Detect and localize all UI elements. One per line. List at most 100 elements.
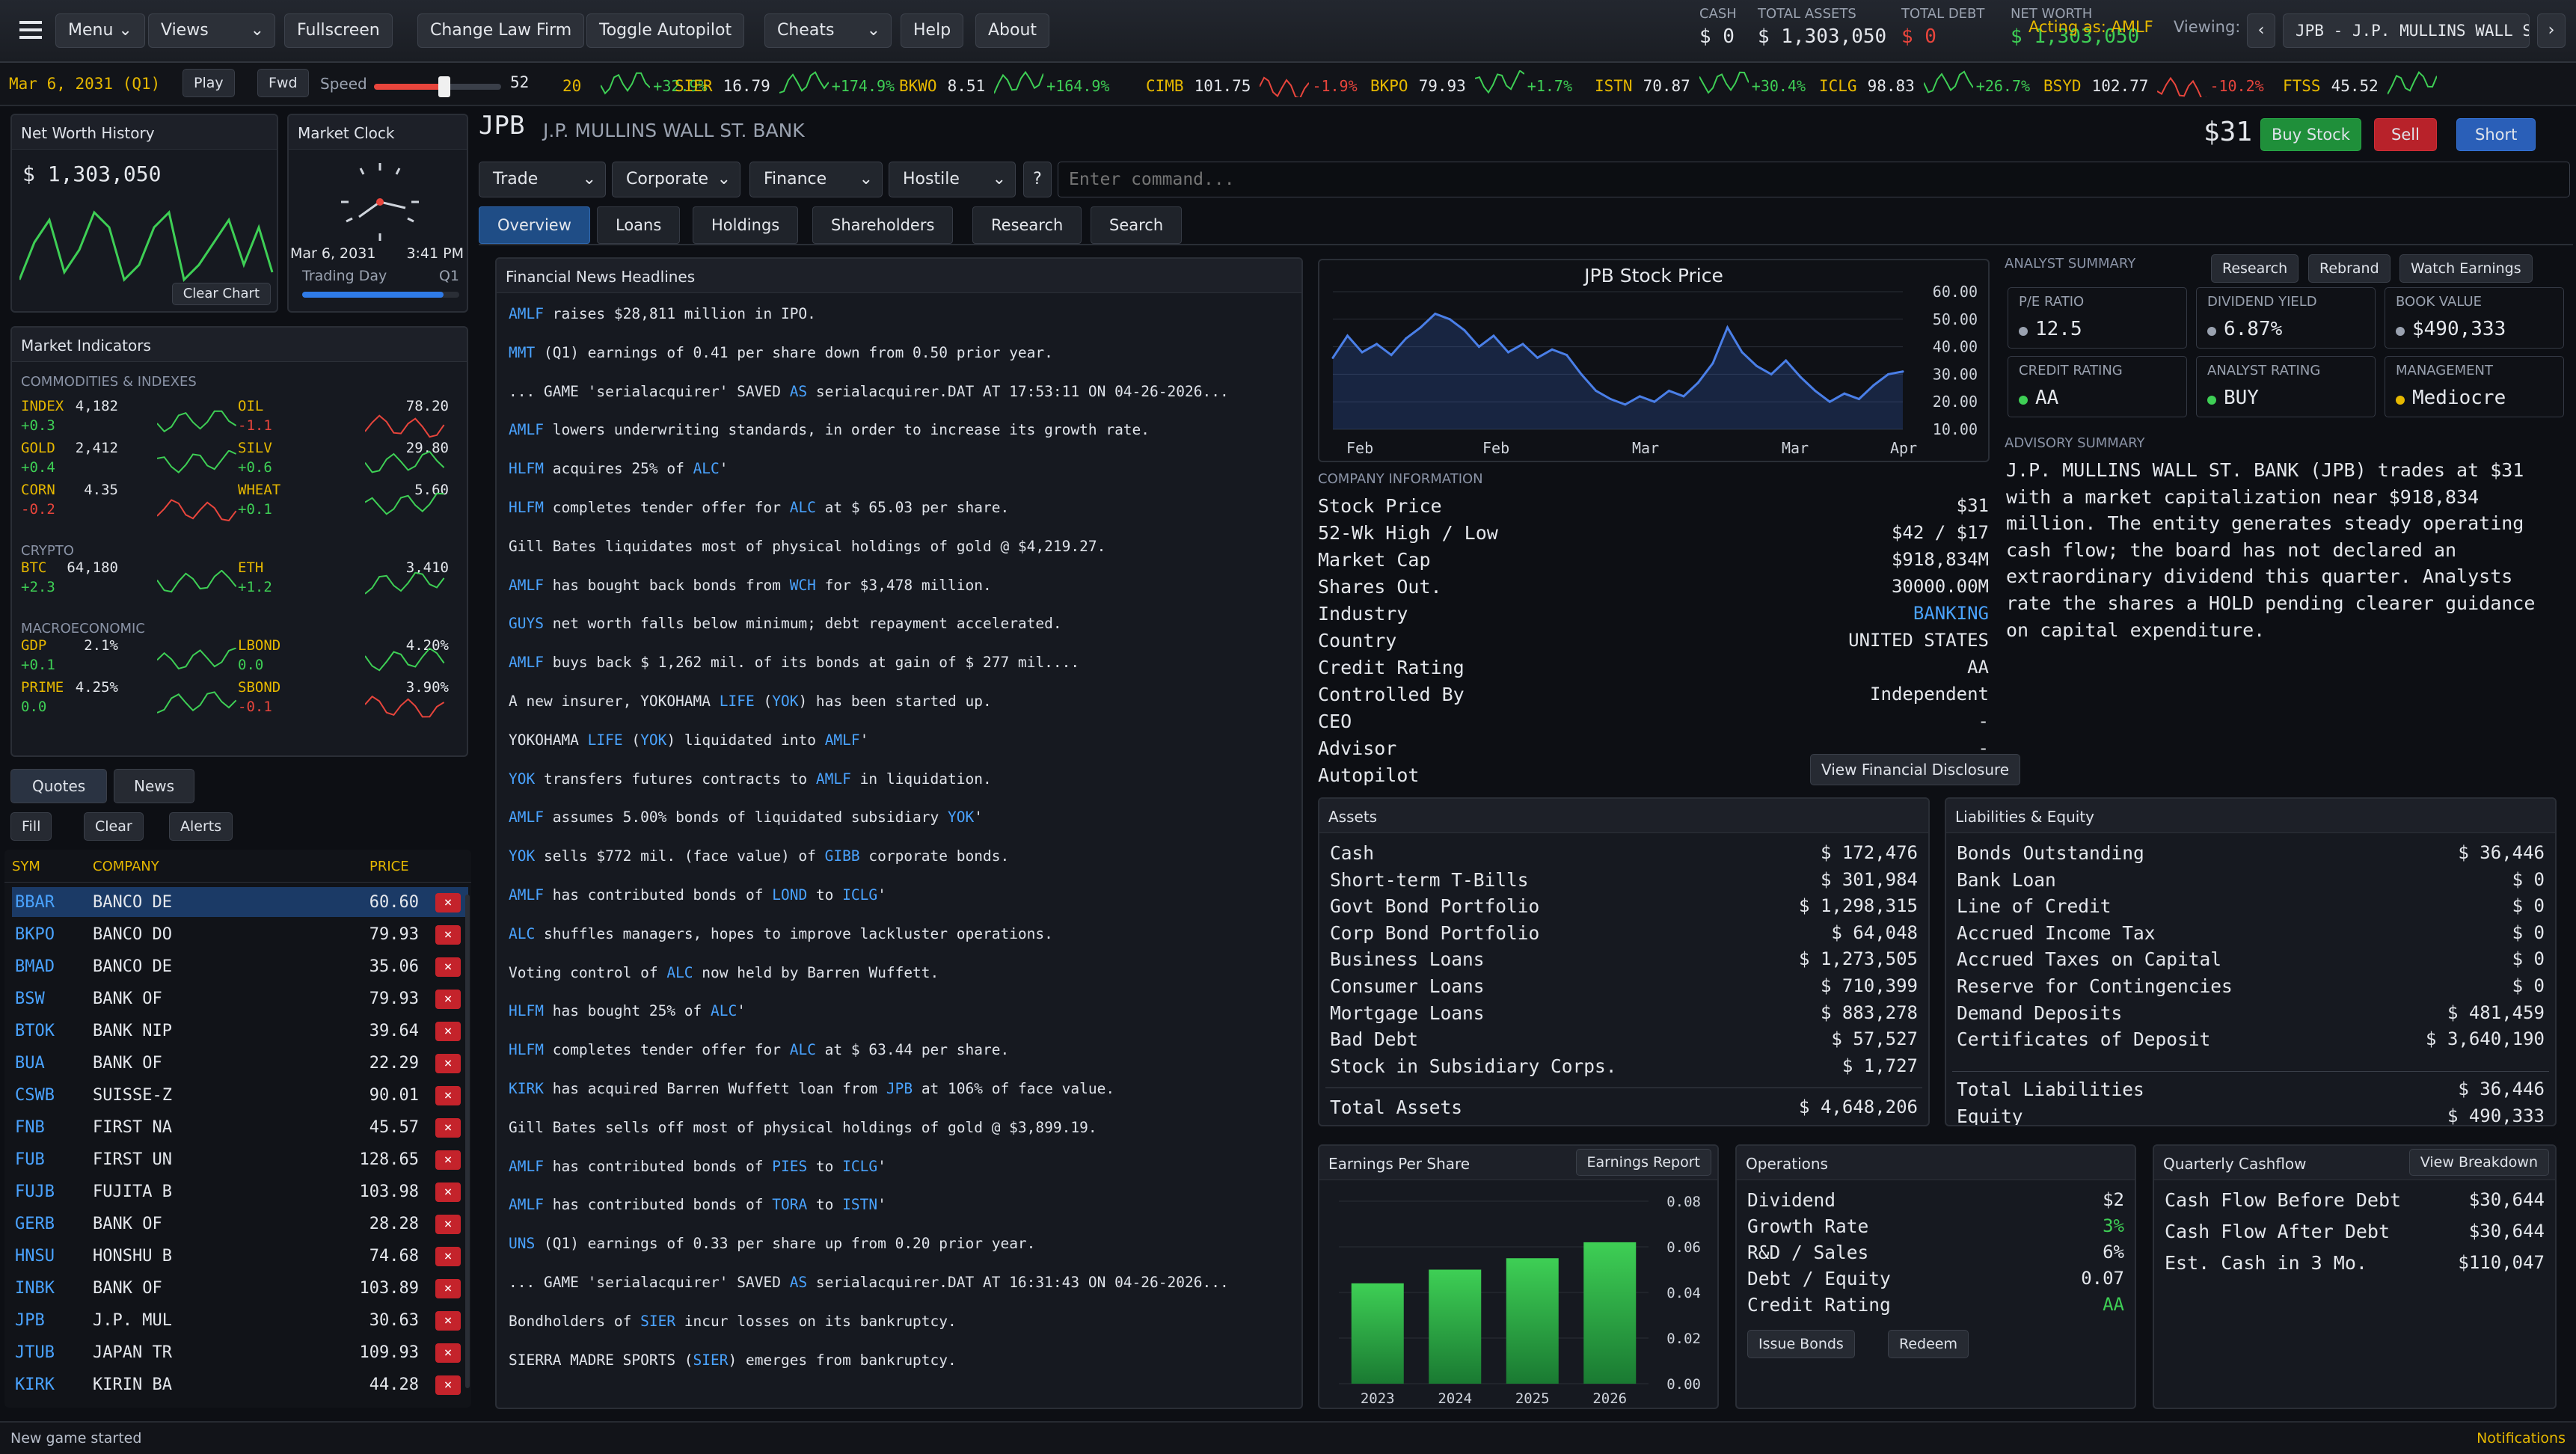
quote-symbol[interactable]: BTOK — [15, 1022, 55, 1040]
quote-row[interactable]: FNB FIRST NA 45.57 × — [12, 1112, 468, 1142]
remove-quote-icon[interactable]: × — [435, 1375, 461, 1395]
news-company-link[interactable]: AMLF — [509, 654, 544, 671]
command-help-button[interactable]: ? — [1023, 162, 1052, 197]
indicator-corn[interactable]: CORN 4.35 -0.2 — [21, 482, 238, 522]
news-company-link[interactable]: HLFM — [509, 460, 544, 477]
prev-company-button[interactable]: ‹ — [2247, 13, 2275, 48]
notifications-button[interactable]: Notifications — [2477, 1430, 2566, 1447]
quote-row[interactable]: HNSU HONSHU B 74.68 × — [12, 1241, 468, 1271]
news-company-link[interactable]: SIER — [640, 1313, 675, 1330]
sell-button[interactable]: Sell — [2374, 118, 2437, 151]
indicator-gold[interactable]: GOLD 2,412 +0.4 — [21, 440, 238, 480]
news-company-link[interactable]: AMLF — [509, 1158, 544, 1175]
news-company-link[interactable]: GIBB — [825, 847, 860, 865]
research-button[interactable]: Research — [2211, 254, 2299, 283]
news-company-link[interactable]: AS — [790, 1274, 807, 1291]
news-company-link[interactable]: ALC — [666, 964, 693, 981]
news-company-link[interactable]: ALC — [711, 1002, 737, 1019]
news-company-link[interactable]: YOK — [640, 731, 666, 749]
news-company-link[interactable]: AMLF — [509, 809, 544, 826]
quote-symbol[interactable]: FNB — [15, 1118, 45, 1137]
quote-row[interactable]: CSWB SUISSE-Z 90.01 × — [12, 1080, 468, 1110]
tab-search[interactable]: Search — [1091, 206, 1183, 244]
rebrand-button[interactable]: Rebrand — [2308, 254, 2391, 283]
short-button[interactable]: Short — [2456, 118, 2536, 151]
news-company-link[interactable]: YOK — [772, 693, 798, 710]
news-company-link[interactable]: AMLF — [816, 770, 851, 788]
news-company-link[interactable]: AMLF — [509, 886, 544, 904]
earnings-report-button[interactable]: Earnings Report — [1575, 1149, 1711, 1176]
remove-quote-icon[interactable]: × — [435, 1343, 461, 1363]
news-company-link[interactable]: YOK — [948, 809, 974, 826]
views-dropdown[interactable]: Views ⌄ — [148, 13, 275, 48]
news-company-link[interactable]: UNS — [509, 1235, 535, 1252]
quote-symbol[interactable]: JTUB — [15, 1343, 55, 1362]
indicator-prime[interactable]: PRIME 4.25% 0.0 — [21, 679, 238, 720]
quote-row[interactable]: BTOK BANK NIP 39.64 × — [12, 1016, 468, 1046]
remove-quote-icon[interactable]: × — [435, 1279, 461, 1298]
quote-symbol[interactable]: JPB — [15, 1311, 45, 1330]
toggle-autopilot-button[interactable]: Toggle Autopilot — [586, 13, 745, 48]
remove-quote-icon[interactable]: × — [435, 1118, 461, 1138]
quote-row[interactable]: BUA BANK OF 22.29 × — [12, 1048, 468, 1078]
quote-symbol[interactable]: GERB — [15, 1215, 55, 1233]
play-button[interactable]: Play — [183, 69, 235, 97]
speed-slider-knob[interactable] — [438, 76, 450, 97]
about-button[interactable]: About — [975, 13, 1050, 48]
finance-dropdown[interactable]: Finance ⌄ — [749, 162, 883, 197]
indicator-gdp[interactable]: GDP 2.1% +0.1 — [21, 637, 238, 678]
quote-symbol[interactable]: FUJB — [15, 1182, 55, 1201]
news-company-link[interactable]: AMLF — [509, 421, 544, 438]
remove-quote-icon[interactable]: × — [435, 1215, 461, 1234]
quote-row[interactable]: BKPO BANCO DO 79.93 × — [12, 919, 468, 949]
indicator-index[interactable]: INDEX 4,182 +0.3 — [21, 398, 238, 438]
ticker-item[interactable]: BSYD 102.77 -10.2% — [2043, 70, 2264, 101]
ticker-item[interactable]: ISTN 70.87 +30.4% — [1595, 70, 1806, 100]
ticker-item[interactable]: ICLG 98.83 +26.7% — [1819, 70, 2030, 100]
menu-dropdown[interactable]: Menu ⌄ — [55, 13, 145, 48]
quote-symbol[interactable]: INBK — [15, 1279, 55, 1298]
quote-symbol[interactable]: BUA — [15, 1054, 45, 1073]
news-company-link[interactable]: GUYS — [509, 615, 544, 632]
news-company-link[interactable]: AMLF — [509, 305, 544, 322]
info-value[interactable]: BANKING — [1913, 603, 1989, 624]
tab-research[interactable]: Research — [972, 206, 1082, 244]
news-company-link[interactable]: AMLF — [509, 577, 544, 594]
indicator-wheat[interactable]: WHEAT 5.60 +0.1 — [238, 482, 455, 522]
news-company-link[interactable]: ALC — [790, 499, 816, 516]
remove-quote-icon[interactable]: × — [435, 990, 461, 1009]
news-company-link[interactable]: KIRK — [509, 1080, 544, 1097]
quote-row[interactable]: JTUB JAPAN TR 109.93 × — [12, 1337, 468, 1367]
remove-quote-icon[interactable]: × — [435, 1150, 461, 1170]
corporate-dropdown[interactable]: Corporate ⌄ — [612, 162, 740, 197]
viewing-company-select[interactable]: JPB - J.P. MULLINS WALL ST — [2283, 13, 2530, 48]
change-law-firm-button[interactable]: Change Law Firm — [417, 13, 585, 48]
news-company-link[interactable]: JPB — [886, 1080, 913, 1097]
redeem-button[interactable]: Redeem — [1888, 1330, 1969, 1358]
clear-button[interactable]: Clear — [84, 812, 144, 841]
news-company-link[interactable]: YOK — [509, 770, 535, 788]
quote-symbol[interactable]: CSWB — [15, 1086, 55, 1105]
news-company-link[interactable]: HLFM — [509, 1002, 544, 1019]
news-company-link[interactable]: TORA — [772, 1196, 807, 1213]
next-company-button[interactable]: › — [2537, 13, 2566, 48]
quote-symbol[interactable]: BBAR — [15, 893, 55, 912]
quote-symbol[interactable]: FUB — [15, 1150, 45, 1169]
trade-dropdown[interactable]: Trade ⌄ — [479, 162, 606, 197]
news-company-link[interactable]: WCH — [790, 577, 816, 594]
news-company-link[interactable]: ISTN — [842, 1196, 877, 1213]
quote-row[interactable]: BSW BANK OF 79.93 × — [12, 984, 468, 1013]
quote-row[interactable]: BBAR BANCO DE 60.60 × — [12, 887, 468, 917]
quote-row[interactable]: INBK BANK OF 103.89 × — [12, 1273, 468, 1303]
news-company-link[interactable]: ALC — [693, 460, 720, 477]
remove-quote-icon[interactable]: × — [435, 1247, 461, 1266]
fullscreen-button[interactable]: Fullscreen — [284, 13, 393, 48]
remove-quote-icon[interactable]: × — [435, 1022, 461, 1041]
remove-quote-icon[interactable]: × — [435, 1054, 461, 1073]
indicator-eth[interactable]: ETH 3,410 +1.2 — [238, 559, 455, 600]
news-company-link[interactable]: YOK — [509, 847, 535, 865]
remove-quote-icon[interactable]: × — [435, 1182, 461, 1202]
indicator-sbond[interactable]: SBOND 3.90% -0.1 — [238, 679, 455, 720]
quote-row[interactable]: FUB FIRST UN 128.65 × — [12, 1144, 468, 1174]
quote-symbol[interactable]: KIRK — [15, 1375, 55, 1394]
